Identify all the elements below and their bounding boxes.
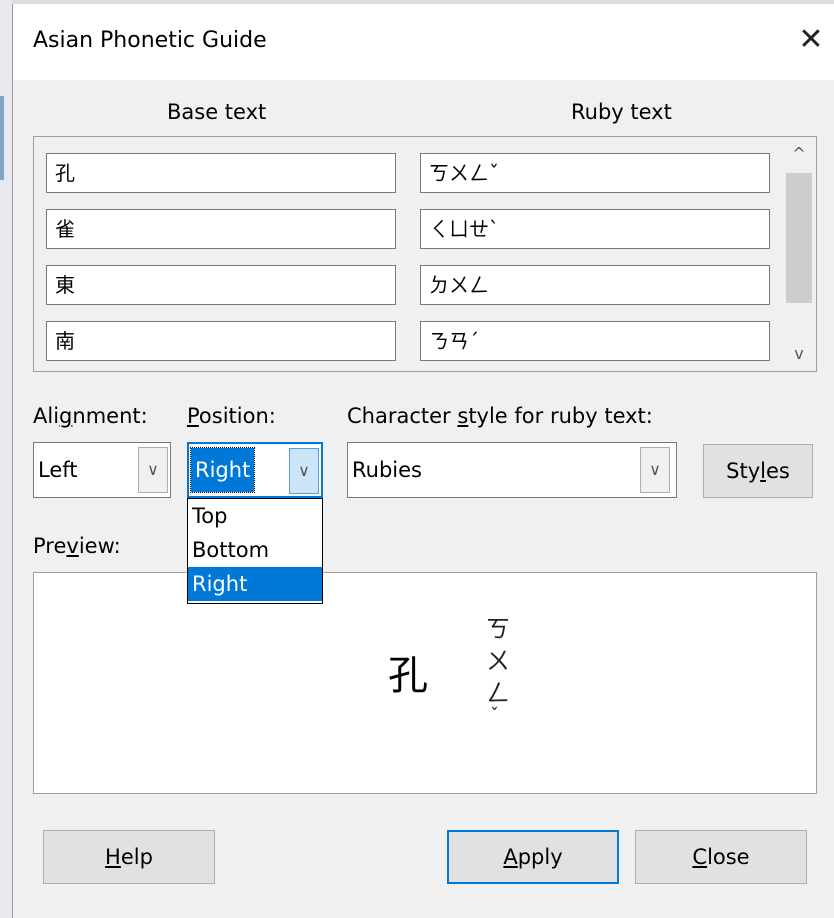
close-label-part: lose bbox=[707, 845, 750, 869]
character-style-value: Rubies bbox=[352, 458, 422, 482]
preview-ruby-char: ˇ bbox=[490, 705, 499, 726]
base-text-field-3[interactable]: 東 bbox=[46, 265, 396, 305]
chevron-down-icon[interactable]: ∨ bbox=[138, 447, 168, 493]
position-label: Position: bbox=[187, 404, 276, 428]
chevron-down-icon[interactable]: ∨ bbox=[640, 447, 670, 493]
title-bar: Asian Phonetic Guide ✕ bbox=[13, 4, 834, 80]
base-text-field-2[interactable]: 雀 bbox=[46, 209, 396, 249]
styles-label-part: es bbox=[765, 459, 790, 483]
alignment-select[interactable]: Left ∨ bbox=[33, 442, 171, 498]
position-dropdown-list: Top Bottom Right bbox=[187, 498, 323, 604]
chevron-down-icon[interactable]: ∨ bbox=[289, 448, 319, 494]
help-label-part: elp bbox=[120, 845, 153, 869]
alignment-label-part: nment: bbox=[72, 404, 148, 428]
help-accesskey: H bbox=[105, 845, 121, 869]
alignment-label: Alignment: bbox=[33, 404, 148, 428]
ruby-text-field-4[interactable]: ㄋㄢˊ bbox=[420, 321, 770, 361]
char-style-accesskey: s bbox=[457, 404, 469, 428]
styles-button[interactable]: Styles bbox=[703, 444, 813, 498]
preview-base-char: 孔 bbox=[388, 653, 428, 699]
ruby-preview: 孔 ㄎ ㄨ ㄥ ˇ bbox=[33, 572, 817, 794]
close-icon[interactable]: ✕ bbox=[789, 18, 833, 62]
position-option-bottom[interactable]: Bottom bbox=[188, 533, 322, 567]
preview-label-part: iew: bbox=[78, 534, 121, 558]
help-button[interactable]: Help bbox=[43, 830, 215, 884]
position-value: Right bbox=[189, 447, 256, 493]
scroll-down-icon[interactable]: v bbox=[782, 339, 816, 369]
apply-accesskey: A bbox=[503, 845, 518, 869]
preview-label: Preview: bbox=[33, 534, 121, 558]
ruby-text-field-1[interactable]: ㄎㄨㄥˇ bbox=[420, 153, 770, 193]
scrollbar-thumb[interactable] bbox=[786, 173, 812, 303]
background-accent bbox=[0, 96, 4, 180]
char-style-label-part: Character bbox=[347, 404, 458, 428]
styles-label-part: Sty bbox=[726, 459, 761, 483]
alignment-label-part: Ali bbox=[33, 404, 60, 428]
base-text-field-4[interactable]: 南 bbox=[46, 321, 396, 361]
char-style-label-part: tyle for ruby text: bbox=[468, 404, 653, 428]
preview-ruby-char: ㄨ bbox=[486, 647, 510, 675]
preview-ruby-char: ㄎ bbox=[486, 615, 510, 643]
dialog-title: Asian Phonetic Guide bbox=[33, 28, 267, 53]
ruby-text-header: Ruby text bbox=[571, 100, 672, 124]
position-option-right[interactable]: Right bbox=[188, 567, 322, 601]
preview-accesskey: v bbox=[66, 534, 79, 558]
position-label-part: osition: bbox=[198, 404, 276, 428]
ruby-text-field-3[interactable]: ㄉㄨㄥ bbox=[420, 265, 770, 305]
preview-label-part: Pre bbox=[33, 534, 67, 558]
phonetic-table: 孔 ㄎㄨㄥˇ 雀 ㄑㄩㄝˋ 東 ㄉㄨㄥ 南 ㄋㄢˊ ^ v bbox=[33, 136, 817, 372]
character-style-select[interactable]: Rubies ∨ bbox=[347, 442, 677, 498]
base-text-field-1[interactable]: 孔 bbox=[46, 153, 396, 193]
ruby-text-field-2[interactable]: ㄑㄩㄝˋ bbox=[420, 209, 770, 249]
table-scrollbar[interactable]: ^ v bbox=[782, 137, 816, 371]
scroll-up-icon[interactable]: ^ bbox=[782, 139, 816, 169]
position-select[interactable]: Right ∨ bbox=[187, 442, 323, 498]
position-accesskey: P bbox=[187, 404, 199, 428]
position-option-top[interactable]: Top bbox=[188, 499, 322, 533]
close-button[interactable]: Close bbox=[635, 830, 807, 884]
close-accesskey: C bbox=[692, 845, 708, 869]
apply-label-part: pply bbox=[517, 845, 563, 869]
preview-ruby-char: ㄥ bbox=[486, 679, 510, 707]
alignment-value: Left bbox=[38, 458, 78, 482]
apply-button[interactable]: Apply bbox=[447, 830, 619, 884]
character-style-label: Character style for ruby text: bbox=[347, 404, 653, 428]
base-text-header: Base text bbox=[167, 100, 267, 124]
alignment-accesskey: g bbox=[59, 404, 73, 428]
asian-phonetic-guide-dialog: Asian Phonetic Guide ✕ Base text Ruby te… bbox=[12, 4, 834, 918]
